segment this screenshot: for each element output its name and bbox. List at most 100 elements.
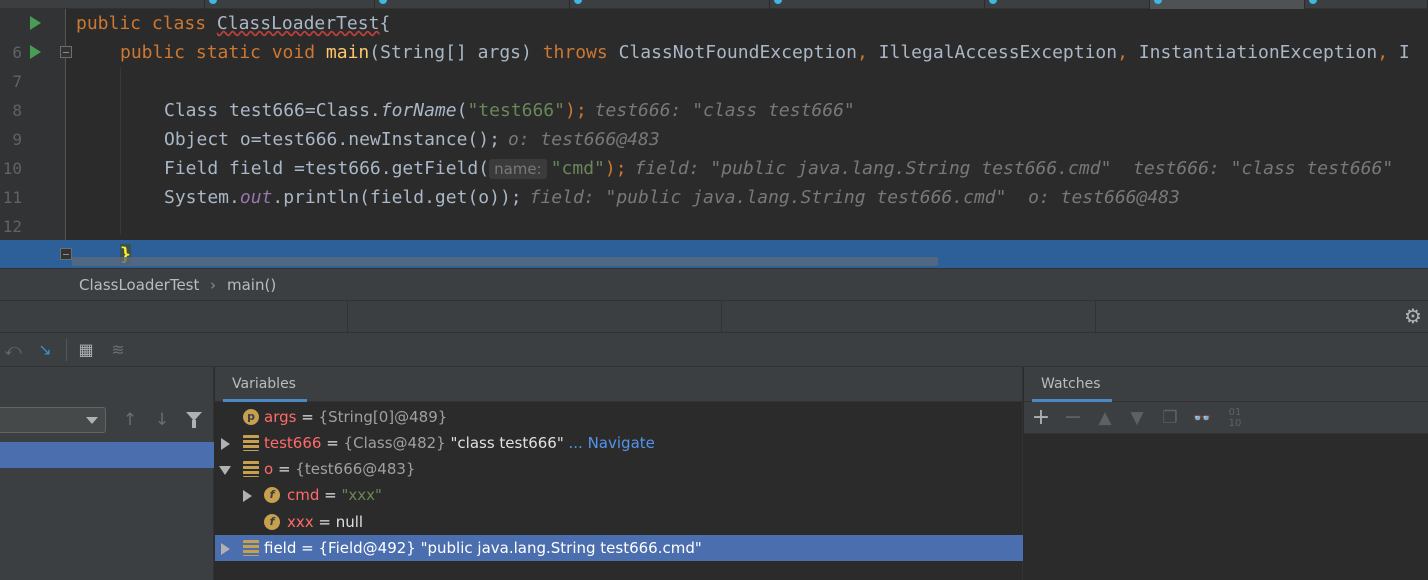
variable-row-selected[interactable]: field = {Field@492} "public java.lang.St… [215,535,1023,561]
java-file-icon [1309,0,1317,4]
breadcrumb-method[interactable]: main() [227,269,276,301]
code-editor[interactable]: 6 public class ClassLoaderTest{ 7 public… [0,0,1428,268]
editor-tab[interactable] [0,0,205,9]
code-text: Field field =test666.getField( [164,158,490,179]
variable-value: "xxx" [341,486,382,504]
filter-icon[interactable] [186,412,202,428]
glasses-icon[interactable]: 👓 [1191,407,1213,429]
restore-layout-icon[interactable]: ⤺ [2,339,24,361]
code-line[interactable]: 7 public static void main(String[] args)… [0,38,1428,91]
code-text: Object o=test666.newInstance(); [164,129,500,150]
copy-icon[interactable]: ❐ [1159,407,1181,429]
variable-row[interactable]: p args = {String[0]@489} [215,404,1023,430]
class-name: ClassLoaderTest [216,13,380,34]
editor-tab[interactable] [985,0,1150,9]
breadcrumb-class[interactable]: ClassLoaderTest [79,269,199,301]
code-text: System. [164,187,240,208]
expand-arrow-icon[interactable] [221,438,230,450]
java-file-icon [1154,0,1162,4]
expand-arrow-icon[interactable] [221,543,230,555]
variable-name: o [264,460,274,478]
variable-ref: {String[0]@489} [318,408,448,426]
variable-value: "public java.lang.String test666.cmd" [415,539,702,557]
variable-row[interactable]: o = {test666@483} [215,456,1023,482]
editor-tab[interactable] [205,0,375,9]
variable-ref: {Class@482} [343,434,446,452]
divider [347,301,348,334]
watches-tab-label: Watches [1041,376,1101,392]
expand-arrow-icon[interactable] [243,490,252,502]
code-line[interactable]: 12 System.out.println(field.get(o)); fiel… [0,183,1428,236]
move-down-icon[interactable]: ▼ [1126,407,1148,429]
collapse-arrow-icon[interactable] [219,466,231,475]
exception-name: I [1398,42,1410,63]
add-icon[interactable]: + [1030,407,1052,429]
thread-selector[interactable] [0,407,106,433]
code-text: ( [456,100,468,121]
code-line[interactable]: 10 Object o=test666.newInstance(); o: tes… [0,125,1428,178]
editor-tab[interactable] [1305,0,1428,9]
arrow-up-icon[interactable]: ↑ [120,410,140,430]
remove-icon[interactable]: − [1062,407,1084,429]
editor-tab[interactable] [770,0,985,9]
code-line[interactable]: 8 [0,67,1428,120]
editor-tab[interactable] [375,0,570,9]
step-into-cursor-icon[interactable]: ↘ [34,339,56,361]
watches-tab[interactable]: Watches [1024,367,1428,402]
gear-icon[interactable]: ⚙ [1402,305,1424,327]
comma: , [856,42,868,63]
field-icon: f [264,514,280,530]
equals: = [321,434,344,452]
arrow-down-icon[interactable]: ↓ [152,410,172,430]
variable-name: cmd [287,486,320,504]
exception-name: IllegalAccessException [878,42,1118,63]
breadcrumb: ClassLoaderTest › main() [0,268,1428,300]
java-file-icon [574,0,582,4]
keyword: public class [76,13,207,34]
variable-ref: {Field@492} [318,539,416,557]
variable-value: "class test666" [445,434,564,452]
fold-icon[interactable] [60,46,72,58]
variable-row[interactable]: f cmd = "xxx" [215,482,1023,508]
editor-tab[interactable] [570,0,770,9]
divider [1095,301,1096,334]
comma: , [1377,42,1389,63]
navigate-link[interactable]: ... Navigate [564,434,655,452]
inline-debug-value: test666: "class test666" [594,100,855,121]
equals: = [313,513,336,531]
code-text: Class test666=Class. [164,100,381,121]
evaluate-table-icon[interactable]: ▦ [75,339,97,361]
fold-icon[interactable] [60,248,72,260]
editor-tab-strip[interactable] [0,0,1428,9]
move-up-icon[interactable]: ▲ [1094,407,1116,429]
code-line[interactable]: 9 Class test666=Class.forName("test666")… [0,96,1428,149]
equals: = [296,539,319,557]
variable-row[interactable]: f xxx = null [215,509,1023,535]
horizontal-scrollbar[interactable] [72,257,938,266]
parameter-icon: p [243,409,259,425]
trace-settings-icon[interactable]: ≋ [107,339,129,361]
object-icon [243,540,259,556]
binary-icon[interactable]: 01 10 [1224,407,1246,429]
code-line[interactable]: 11 Field field =test666.getField(name: "c… [0,154,1428,207]
debug-toolbar: ⤺ ↘ ▦ ≋ [0,333,1428,367]
variables-tab[interactable]: Variables [215,367,1022,402]
parameter-hint: name: [489,159,547,179]
code-line[interactable]: 6 public class ClassLoaderTest{ [0,9,1428,62]
run-gutter-icon[interactable] [30,16,41,30]
object-icon [243,461,259,477]
code-text: .println(field.get(o)); [272,187,522,208]
variable-row[interactable]: test666 = {Class@482} "class test666" ..… [215,430,1023,456]
method-call: forName [380,100,457,121]
editor-tab-active[interactable] [1150,0,1305,9]
variable-name: args [264,408,297,426]
brace: { [379,13,391,34]
variable-name: xxx [287,513,314,531]
keyword: throws [542,42,608,63]
code-line[interactable]: 13 [0,212,1428,265]
code-text: ); [565,100,587,121]
run-gutter-icon[interactable] [30,45,41,59]
string-literal: "test666" [467,100,565,121]
selected-frame[interactable] [0,442,214,468]
equals: = [273,460,296,478]
